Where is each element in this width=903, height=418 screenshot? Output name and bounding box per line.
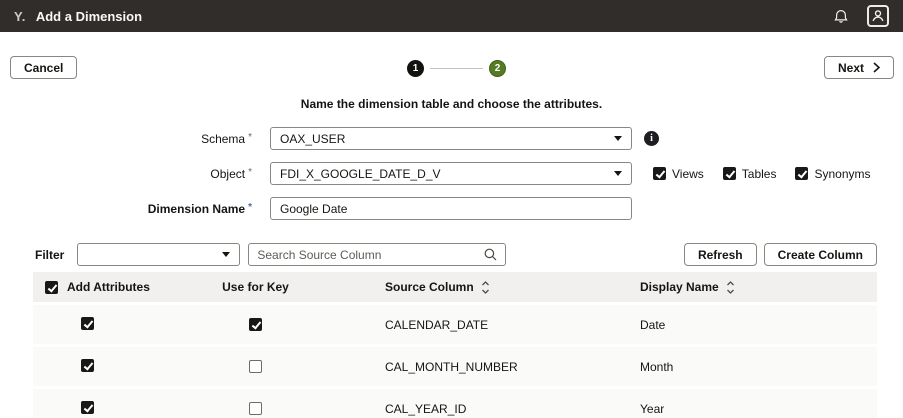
chevron-down-icon <box>614 136 622 141</box>
tables-label: Tables <box>742 167 777 181</box>
display-name-header-label: Display Name <box>640 280 719 294</box>
required-asterisk: * <box>248 202 252 213</box>
display-name-cell: Date <box>573 318 877 332</box>
brand-logo-icon: Y. <box>14 9 26 24</box>
display-name-header[interactable]: Display Name <box>573 280 877 294</box>
info-icon[interactable]: i <box>644 131 659 146</box>
dimension-name-input[interactable] <box>270 197 632 220</box>
step-1-badge[interactable]: 1 <box>407 60 424 77</box>
schema-form-row: Schema* OAX_USER i <box>0 127 659 150</box>
views-label: Views <box>672 167 704 181</box>
use-for-key-header: Use for Key <box>193 280 318 294</box>
sort-icon <box>481 281 490 294</box>
tables-checkbox[interactable] <box>723 167 736 180</box>
search-icon <box>484 248 497 261</box>
source-column-cell: CAL_YEAR_ID <box>318 402 573 416</box>
required-asterisk: * <box>248 167 252 178</box>
chevron-right-icon <box>873 62 880 73</box>
dimension-name-label: Dimension Name* <box>0 202 252 216</box>
filter-dropdown[interactable] <box>77 243 240 266</box>
step-connector <box>430 68 483 69</box>
table-header-row: Add Attributes Use for Key Source Column… <box>33 272 877 302</box>
source-column-searchbox <box>248 243 506 266</box>
cancel-button[interactable]: Cancel <box>10 56 77 79</box>
add-attribute-checkbox[interactable] <box>81 317 94 330</box>
display-name-cell: Month <box>573 360 877 374</box>
views-checkbox[interactable] <box>653 167 666 180</box>
chevron-down-icon <box>614 171 622 176</box>
sort-icon <box>726 281 735 294</box>
dimension-name-form-row: Dimension Name* <box>0 197 632 220</box>
page-title: Add a Dimension <box>36 9 142 24</box>
use-for-key-checkbox[interactable] <box>249 318 262 331</box>
source-column-cell: CAL_MONTH_NUMBER <box>318 360 573 374</box>
source-column-header[interactable]: Source Column <box>318 280 573 294</box>
filter-label: Filter <box>35 248 64 262</box>
attributes-table: Add Attributes Use for Key Source Column… <box>33 272 877 418</box>
table-row: CALENDAR_DATE Date <box>33 305 877 344</box>
add-dimension-screen: Y. Add a Dimension Cancel 1 2 Next <box>0 0 903 418</box>
tables-checkbox-item[interactable]: Tables <box>723 167 777 181</box>
appbar-actions <box>833 5 889 27</box>
use-for-key-checkbox[interactable] <box>249 360 262 373</box>
object-type-filters: Views Tables Synonyms <box>653 167 871 181</box>
add-attributes-header: Add Attributes <box>33 280 193 294</box>
source-column-cell: CALENDAR_DATE <box>318 318 573 332</box>
source-column-header-label: Source Column <box>385 280 474 294</box>
next-button-label: Next <box>838 61 864 75</box>
refresh-button[interactable]: Refresh <box>684 243 757 266</box>
add-attribute-checkbox[interactable] <box>81 359 94 372</box>
use-for-key-checkbox[interactable] <box>249 402 262 415</box>
add-attribute-checkbox[interactable] <box>81 401 94 414</box>
step-2-badge[interactable]: 2 <box>489 60 506 77</box>
create-column-button[interactable]: Create Column <box>764 243 877 266</box>
display-name-cell: Year <box>573 402 877 416</box>
schema-dropdown-value: OAX_USER <box>280 132 345 146</box>
table-row: CAL_YEAR_ID Year <box>33 389 877 418</box>
select-all-checkbox[interactable] <box>45 281 58 294</box>
synonyms-label: Synonyms <box>814 167 870 181</box>
required-asterisk: * <box>248 132 252 143</box>
schema-label: Schema* <box>0 132 252 146</box>
wizard-step-indicator: 1 2 <box>407 60 506 77</box>
views-checkbox-item[interactable]: Views <box>653 167 704 181</box>
table-row: CAL_MONTH_NUMBER Month <box>33 347 877 386</box>
notifications-bell-icon[interactable] <box>833 9 849 24</box>
table-toolbar: Filter Refresh Create Column <box>33 243 877 266</box>
search-input[interactable] <box>257 248 484 262</box>
object-dropdown[interactable]: FDI_X_GOOGLE_DATE_D_V <box>270 162 632 185</box>
user-avatar-icon[interactable] <box>867 5 889 27</box>
chevron-down-icon <box>222 252 230 257</box>
object-form-row: Object* FDI_X_GOOGLE_DATE_D_V Views Tabl… <box>0 162 871 185</box>
synonyms-checkbox-item[interactable]: Synonyms <box>795 167 870 181</box>
next-button[interactable]: Next <box>824 56 894 79</box>
object-dropdown-value: FDI_X_GOOGLE_DATE_D_V <box>280 167 441 181</box>
schema-dropdown[interactable]: OAX_USER <box>270 127 632 150</box>
wizard-instruction-text: Name the dimension table and choose the … <box>0 97 903 111</box>
toolbar-buttons: Refresh Create Column <box>684 243 877 266</box>
object-label: Object* <box>0 167 252 181</box>
add-attributes-header-label: Add Attributes <box>67 280 150 294</box>
synonyms-checkbox[interactable] <box>795 167 808 180</box>
app-header-bar: Y. Add a Dimension <box>0 0 903 32</box>
